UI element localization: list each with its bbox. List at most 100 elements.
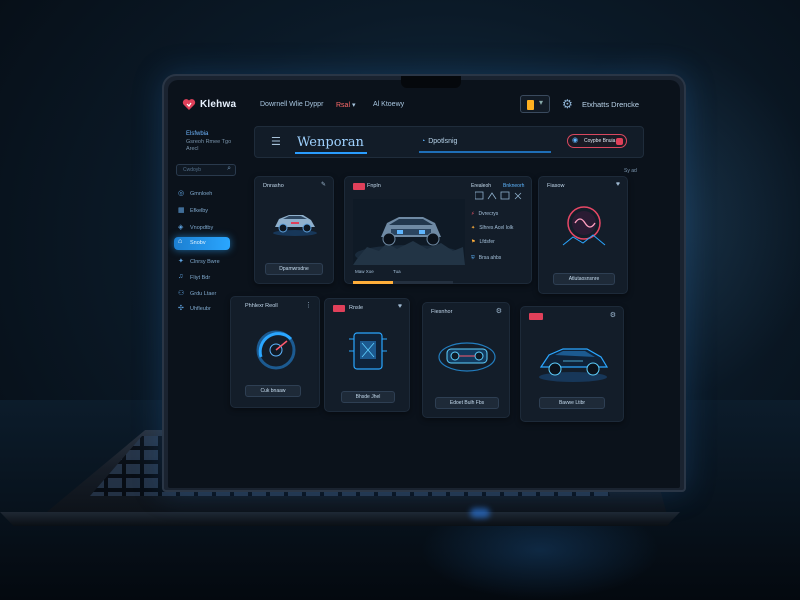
- tab-dashboard[interactable]: ◔ Dpotlsnig: [421, 138, 457, 145]
- engine-illustration: [438, 342, 496, 372]
- car-card-button[interactable]: Dpamwrsdne: [265, 263, 323, 275]
- gauge-card-title: Phhlexr Reoll: [245, 303, 278, 309]
- search-placeholder: Cwdoyb: [183, 167, 202, 173]
- user-icon: ⚇: [178, 290, 185, 297]
- hero-list-item-4-label: Brsa ahbs: [478, 255, 502, 261]
- hero-vehicle-image: [353, 199, 465, 265]
- hero-list-item-2-label: Slhres Acel Iolk: [479, 225, 514, 231]
- hero-card-title: Fnpln: [367, 183, 381, 189]
- hero-card[interactable]: Fnpln Erealeoh Bnkneorh ⚡ Dvrecrys ✦ Slhre…: [344, 176, 532, 284]
- hero-progress-fill: [353, 281, 393, 284]
- engine-card[interactable]: Fiesnhor ⚙ Edoet Bulh Fbs: [422, 302, 510, 418]
- settings-icon[interactable]: ⚙: [496, 307, 502, 315]
- hamburger-menu-icon[interactable]: ☰: [271, 135, 281, 148]
- sidebar-search-input[interactable]: Cwdoyb ⌕: [176, 164, 236, 176]
- hero-footer-2: Tua: [393, 269, 401, 274]
- heart-icon[interactable]: ♥: [616, 181, 620, 188]
- star-icon: ✦: [178, 258, 184, 265]
- sidebar-item-label: Vnopdtby: [190, 225, 214, 231]
- vehicle-card-button[interactable]: Bavwe Ltibr: [539, 397, 605, 409]
- hero-side-title-2: Bnkneorh: [503, 183, 525, 189]
- top-link-1[interactable]: Dowrnell Wlie Dyppr: [260, 101, 323, 108]
- shield-icon: ⛨: [471, 255, 475, 261]
- hero-list-item-2: ✦ Slhres Acel Iolk: [471, 225, 513, 231]
- hero-list-item-1: ⚡ Dvrecrys: [471, 211, 498, 217]
- sidebar-item-6[interactable]: ♫ Fliyt Bdr: [174, 272, 230, 285]
- chart-icon: ◈: [178, 224, 184, 231]
- gauge-card-button[interactable]: Cuk bnaaw: [245, 385, 301, 397]
- vehicle-card[interactable]: ⚙ Bavwe Ltibr: [520, 306, 624, 422]
- engine-card-title: Fiesnhor: [431, 309, 453, 315]
- car-illustration: [273, 215, 317, 236]
- edit-icon[interactable]: ✎: [321, 181, 326, 188]
- header-bar: ☰ Wenporan ◔ Dpotlsnig ◉ Coypbe Bnuia: [254, 126, 644, 158]
- sidebar-item-2[interactable]: ▦ Efkelby: [174, 205, 230, 218]
- car-card-title: Dnrasho: [263, 183, 284, 189]
- sidebar-subtitle-2: Arecl: [186, 146, 199, 152]
- settings-gear-icon[interactable]: ⚙: [562, 97, 573, 111]
- globe-icon: ◉: [572, 137, 579, 144]
- cog-icon: ✣: [178, 305, 184, 312]
- sidebar-item-label: Gmnloeh: [190, 191, 213, 197]
- header-aside-text: Sy ad: [624, 168, 637, 174]
- user-label[interactable]: Etxhatts Drencke: [582, 100, 639, 109]
- hero-progress-bar: [353, 281, 453, 284]
- app-logo-text: Klehwa: [200, 99, 237, 110]
- sidebar-item-5[interactable]: ✦ Clnrsy Bwre: [174, 256, 230, 269]
- title-underline: [295, 152, 367, 154]
- page-title: Wenporan: [297, 135, 364, 150]
- hero-list-item-3-label: Lfdsfer: [479, 239, 495, 245]
- vehicle-illustration: [539, 348, 609, 382]
- hero-list-item-4: ⛨ Brsa ahbs: [471, 255, 501, 261]
- status-light: [470, 508, 490, 518]
- alert-icon: ⚡: [471, 211, 475, 217]
- gamepad-icon: ◎: [178, 190, 185, 197]
- red-tag: [529, 313, 543, 320]
- tab-dashboard-label: Dpotlsnig: [428, 138, 458, 145]
- chip-card[interactable]: Rnsle ♥ Bhsde Jhel: [324, 298, 410, 412]
- sidebar-item-label: Efkelby: [190, 208, 209, 214]
- fire-icon: ✦: [471, 225, 476, 231]
- heart-icon[interactable]: ♥: [398, 303, 402, 310]
- sidebar-brand: Elsfwbia: [186, 131, 209, 137]
- neon-card-button[interactable]: Atlutaosnsnre: [553, 273, 615, 285]
- header-notification-pill[interactable]: ◉ Coypbe Bnuia: [567, 134, 627, 148]
- hero-side-title: Erealeoh: [471, 183, 492, 189]
- heart-logo-icon: [182, 99, 196, 110]
- neon-card[interactable]: Fiasow ♥ Atlutaosnsnre: [538, 176, 628, 294]
- sidebar-item-1[interactable]: ◎ Gmnloeh: [174, 188, 230, 201]
- red-tag: [353, 183, 365, 190]
- grid-icon: ▦: [178, 207, 185, 214]
- settings-icon[interactable]: ⚙: [610, 311, 616, 319]
- battery-icon: [527, 100, 534, 110]
- engine-card-button[interactable]: Edoet Bulh Fbs: [435, 397, 499, 409]
- hero-footer-1: Maw Xoe: [355, 269, 374, 274]
- neon-card-title: Fiasow: [547, 183, 565, 189]
- sidebar-item-4[interactable]: ⌂ Snobv: [174, 237, 230, 250]
- top-link-2-label: Rsal: [336, 102, 351, 109]
- top-link-2[interactable]: Rsal ▾: [336, 101, 355, 109]
- laptop-front-edge: [0, 512, 680, 526]
- speed-gauge-illustration: [256, 330, 296, 370]
- neon-sign-illustration: [562, 206, 606, 246]
- sidebar-subtitle: Gsreoh Rmee Tgo: [186, 139, 232, 145]
- sidebar-item-label: Grdu Ltaer: [190, 291, 217, 297]
- header-pill-label: Coypbe Bnuia: [584, 138, 616, 144]
- gauge-card[interactable]: Phhlexr Reoll ⋮ Cuk bnaaw: [230, 296, 320, 408]
- search-icon: ⌕: [227, 165, 231, 172]
- chevron-down-icon: ▾: [539, 98, 544, 107]
- more-options-icon[interactable]: ⋮: [305, 301, 312, 309]
- red-tag: [333, 305, 345, 312]
- hero-list-item-1-label: Dvrecrys: [478, 211, 499, 217]
- battery-menu-button[interactable]: ▾: [520, 95, 550, 113]
- sidebar-item-3[interactable]: ◈ Vnopdtby: [174, 222, 230, 235]
- tab-underline: [419, 151, 551, 153]
- hero-icon-row: [475, 191, 522, 200]
- car-card[interactable]: Dnrasho ✎ Dpamwrsdne: [254, 176, 334, 284]
- sidebar-item-7[interactable]: ⚇ Grdu Ltaer: [174, 288, 230, 301]
- home-icon: ⌂: [178, 238, 183, 245]
- top-link-3[interactable]: Al Ktoewy: [373, 101, 404, 108]
- sidebar-item-8[interactable]: ✣ Uhfleubr: [174, 303, 230, 316]
- clock-icon: ◔: [421, 138, 426, 145]
- chip-card-button[interactable]: Bhsde Jhel: [341, 391, 395, 403]
